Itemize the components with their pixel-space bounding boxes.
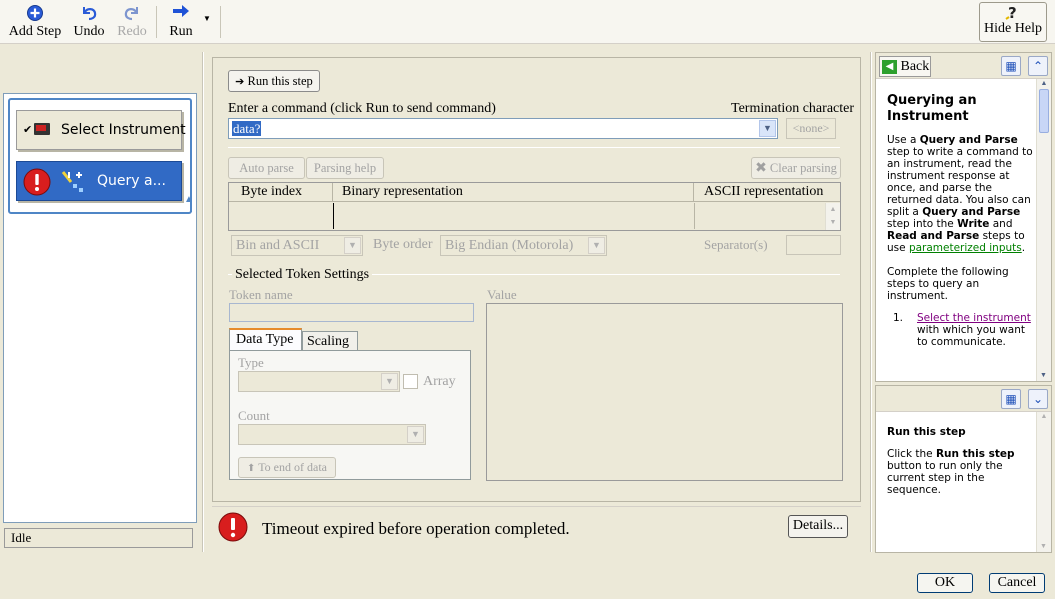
help-title: Querying an Instrument [887, 93, 977, 124]
run-arrow-icon: ➔ [235, 76, 245, 88]
add-step-button[interactable]: Add Step [8, 4, 62, 40]
parsing-help-button[interactable]: Parsing help [306, 157, 384, 179]
termination-label: Termination character [731, 101, 855, 116]
instrument-icon [33, 122, 51, 140]
select-instrument-link[interactable]: Select the instrument [917, 312, 1031, 324]
format-select[interactable]: Bin and ASCII ▼ [231, 235, 363, 256]
left-splitter[interactable] [202, 52, 204, 552]
array-label: Array [423, 374, 456, 389]
value-label: Value [487, 287, 517, 302]
type-select[interactable]: ▼ [238, 371, 400, 392]
tab-scaling[interactable]: Scaling [302, 331, 358, 351]
divider [228, 147, 840, 148]
context-help-scrollbar[interactable]: ▲ ▼ [1036, 412, 1051, 552]
context-help-toolbar: ▦ ⌄ [876, 386, 1051, 412]
help-paragraph: Use a Query and Parse step to write a co… [887, 134, 1033, 254]
step-query-and-parse[interactable]: Query a... [16, 161, 182, 201]
help-content: Querying an Instrument Use a Query and P… [887, 93, 1035, 348]
error-message: Timeout expired before operation complet… [262, 519, 570, 538]
run-dropdown-icon[interactable]: ▼ [203, 14, 211, 23]
toolbar-separator [156, 6, 157, 38]
error-bar: Timeout expired before operation complet… [212, 506, 861, 546]
undo-icon [70, 4, 108, 24]
run-button[interactable]: Run [166, 4, 196, 40]
query-parse-icon [59, 168, 89, 200]
back-arrow-icon: ◀ [882, 59, 897, 74]
clear-x-icon: ✖ [755, 161, 767, 176]
ok-button[interactable]: OK [917, 573, 973, 593]
separator-input[interactable] [786, 235, 841, 255]
byte-order-select[interactable]: Big Endian (Motorola) ▼ [440, 235, 607, 256]
help-paragraph: Complete the following steps to query an… [887, 266, 1009, 302]
help-list-item: 1. Select the instrument with which you … [893, 312, 1031, 348]
help-scrollbar[interactable]: ▲ ▼ [1036, 79, 1051, 381]
to-end-of-data-button[interactable]: ⬆ To end of data [238, 457, 336, 478]
context-help-content: Run this step Click the Run this step bu… [887, 426, 1035, 496]
tab-data-type[interactable]: Data Type [229, 328, 302, 351]
chevron-down-icon[interactable]: ▼ [381, 373, 398, 390]
help-pane[interactable]: ◀ Back ▦ ⌃ Querying an Instrument Use a … [875, 52, 1052, 382]
token-name-label: Token name [229, 287, 293, 302]
clear-parsing-button[interactable]: ✖ Clear parsing [751, 157, 841, 179]
redo-icon [114, 4, 150, 24]
toolbar: Add Step Undo Redo Run ▼ ? Hide Help [0, 0, 1055, 44]
run-arrow-icon [166, 4, 196, 24]
count-select[interactable]: ▼ [238, 424, 426, 445]
chevron-down-icon[interactable]: ▼ [588, 237, 605, 254]
plus-circle-icon [8, 4, 62, 24]
column-header: ASCII representation [704, 184, 824, 199]
details-button[interactable]: Details... [788, 515, 848, 538]
run-this-step-button[interactable]: ➔ Run this step [228, 70, 320, 92]
array-checkbox[interactable] [403, 374, 418, 389]
separator-label: Separator(s) [704, 237, 768, 252]
parse-table[interactable]: Byte index Binary representation ASCII r… [228, 182, 841, 231]
step-select-instrument[interactable]: ✔ Select Instrument [16, 110, 186, 150]
help-layout-icon[interactable]: ▦ [1001, 56, 1021, 76]
hide-help-button[interactable]: ? Hide Help [979, 2, 1047, 42]
table-header: Byte index Binary representation ASCII r… [229, 183, 840, 202]
chevron-down-icon[interactable]: ▼ [344, 237, 361, 254]
toolbar-separator [220, 6, 221, 38]
token-name-input[interactable] [229, 303, 474, 322]
arrow-up-icon: ⬆ [247, 463, 256, 474]
undo-button[interactable]: Undo [70, 4, 108, 40]
tab-panel: Type ▼ Array Count ▼ ⬆ To end of data [229, 350, 471, 480]
command-label: Enter a command (click Run to send comma… [228, 101, 496, 116]
right-splitter[interactable] [870, 52, 872, 552]
count-label: Count [238, 408, 270, 423]
expand-down-icon[interactable]: ⌄ [1028, 389, 1048, 409]
type-label: Type [238, 355, 264, 370]
column-header: Binary representation [342, 184, 463, 199]
context-help-title: Run this step [887, 426, 966, 438]
help-question-icon: ? [980, 3, 1046, 22]
redo-button[interactable]: Redo [114, 4, 150, 40]
context-help-pane[interactable]: ▦ ⌄ Run this step Click the Run this ste… [875, 385, 1052, 553]
step-config-panel: ➔ Run this step Enter a command (click R… [212, 57, 861, 502]
sequence-panel[interactable]: ▲ ✔ Select Instrument Query a... [3, 93, 197, 523]
termination-select[interactable]: <none> [786, 118, 836, 139]
help-toolbar: ◀ Back ▦ ⌃ [876, 53, 1051, 79]
error-icon [218, 512, 248, 546]
error-icon [23, 168, 51, 200]
value-box[interactable] [486, 303, 843, 481]
checkmark-icon: ✔ [23, 124, 33, 136]
chevron-down-icon[interactable]: ▼ [407, 426, 424, 443]
auto-parse-button[interactable]: Auto parse [228, 157, 305, 179]
sequence-arrow-icon: ▲ [184, 194, 194, 205]
collapse-up-icon[interactable]: ⌃ [1028, 56, 1048, 76]
cancel-button[interactable]: Cancel [989, 573, 1045, 593]
help-paragraph: Click the Run this step button to run on… [887, 448, 1015, 496]
parameterized-inputs-link[interactable]: parameterized inputs [909, 242, 1022, 254]
back-button[interactable]: ◀ Back [879, 56, 931, 77]
byte-order-label: Byte order [373, 237, 433, 252]
command-input[interactable]: data? ▼ [228, 118, 778, 139]
svg-text:?: ? [1008, 4, 1017, 21]
token-settings-label: Selected Token Settings [232, 267, 373, 283]
chevron-down-icon[interactable]: ▼ [759, 120, 776, 137]
status-bar: Idle [4, 528, 193, 548]
help-layout-icon[interactable]: ▦ [1001, 389, 1021, 409]
column-header: Byte index [241, 184, 303, 199]
table-scrollbar[interactable]: ▲ ▼ [825, 203, 840, 230]
